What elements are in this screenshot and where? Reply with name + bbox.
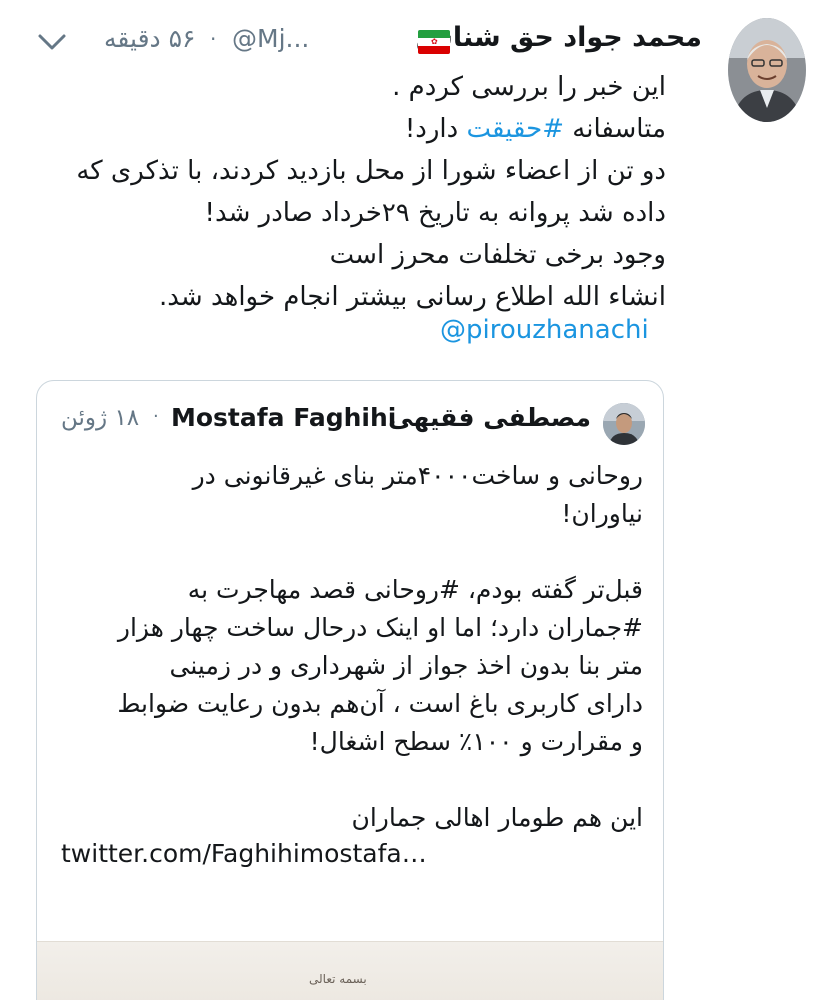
tweet-line: دو تن از اعضاء شورا از محل بازدید کردند،… — [76, 156, 666, 186]
tweet-line-text: متاسفانه — [564, 114, 666, 144]
quoted-avatar-photo — [603, 403, 645, 445]
quoted-line: دارای کاربری باغ است ، آن‌هم بدون رعایت … — [117, 689, 643, 718]
tweet-line: وجود برخی تخلفات محرز است — [329, 240, 666, 270]
tweet-line-text: دارد! — [404, 114, 467, 144]
chevron-down-icon[interactable] — [36, 30, 68, 54]
tweet-line: انشاء الله اطلاع رسانی بیشتر انجام خواهد… — [159, 282, 666, 312]
mention-link[interactable]: @pirouzhanachi — [440, 315, 649, 345]
quoted-author-name[interactable]: مصطفی فقیهی — [388, 403, 591, 432]
meta-separator: · — [210, 27, 217, 51]
quoted-line-blank — [53, 533, 643, 571]
quoted-meta-separator: · — [153, 406, 159, 427]
tweet-line: متاسفانه #حقیقت دارد! — [26, 108, 666, 150]
quoted-tweet-date[interactable]: ۱۸ ژوئن — [61, 405, 139, 431]
hashtag-link[interactable]: #حقیقت — [466, 114, 564, 144]
document-caption: بسمه تعالی — [309, 972, 367, 986]
quoted-line-blank — [53, 761, 643, 799]
quoted-line: #جماران دارد؛ اما او اینک درحال ساخت چها… — [117, 613, 643, 642]
quoted-line: قبل‌تر گفته بودم، #روحانی قصد مهاجرت به — [187, 575, 643, 604]
avatar-photo — [728, 18, 806, 122]
quoted-line: نیاوران! — [561, 499, 643, 528]
quoted-line: متر بنا بدون اخذ جواز از شهرداری و در زم… — [169, 651, 643, 680]
author-name[interactable]: محمد جواد حق شناس — [416, 22, 702, 53]
tweet-line: داده شد پروانه به تاریخ ۲۹خرداد صادر شد! — [204, 198, 666, 228]
tweet-timestamp[interactable]: ۵۶ دقیقه — [104, 24, 195, 53]
document-photo — [37, 942, 663, 1000]
tweet-text: این خبر را بررسی کردم . متاسفانه #حقیقت … — [26, 66, 666, 318]
iran-flag-icon: ✿ — [418, 30, 450, 54]
tweet-line: این خبر را بررسی کردم . — [392, 72, 666, 102]
author-avatar[interactable] — [728, 18, 806, 122]
quoted-tweet-card[interactable]: مصطفی فقیهی Mostafa Faghihi · ۱۸ ژوئن رو… — [36, 380, 664, 1000]
quoted-tweet-text: روحانی و ساخت۴۰۰۰متر بنای غیرقانونی در ن… — [53, 457, 643, 837]
quoted-line: روحانی و ساخت۴۰۰۰متر بنای غیرقانونی در — [192, 461, 643, 490]
quoted-line: و مقرارت و ۱۰۰٪ سطح اشغال! — [309, 727, 643, 756]
author-handle[interactable]: @Mj... — [232, 24, 309, 53]
quoted-author-avatar[interactable] — [603, 403, 645, 445]
quoted-line: این هم طومار اهالی جماران — [351, 803, 643, 832]
quoted-tweet-link[interactable]: twitter.com/Faghihimostafa… — [61, 839, 427, 868]
quoted-tweet-image[interactable]: بسمه تعالی — [37, 941, 663, 1000]
quoted-author-name-latin[interactable]: Mostafa Faghihi — [171, 403, 396, 432]
